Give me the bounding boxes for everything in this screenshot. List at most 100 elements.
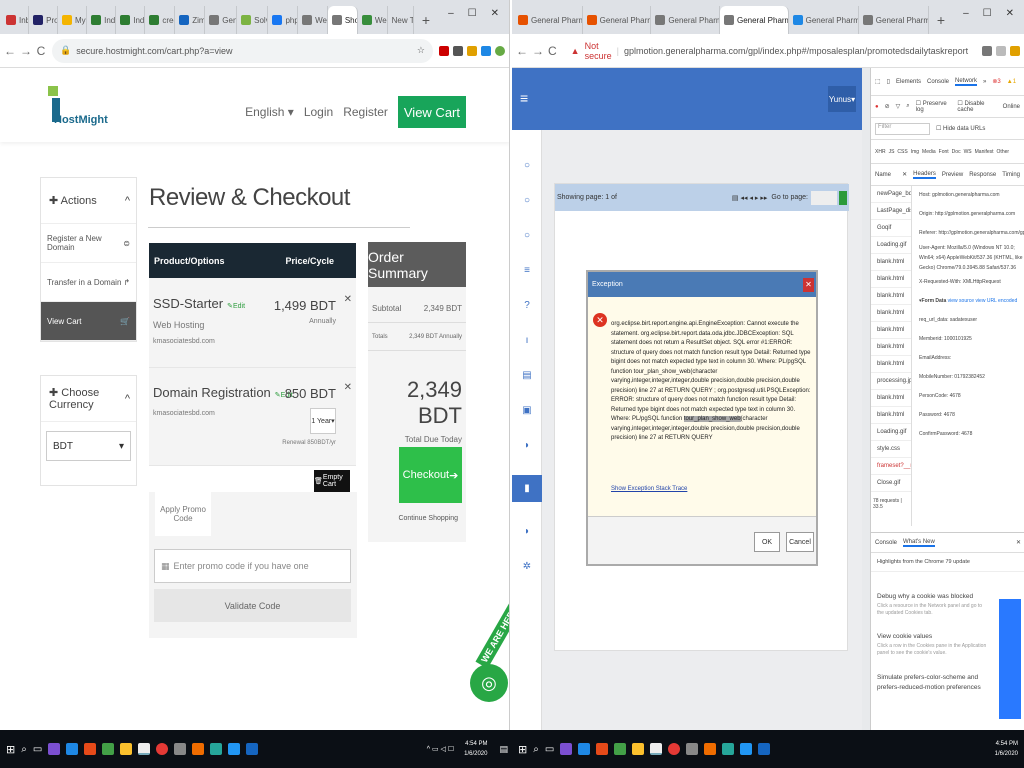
close-window-button[interactable]: ✕ xyxy=(1006,0,1014,28)
request-row[interactable]: processing.jpg xyxy=(871,373,911,390)
app-icon[interactable] xyxy=(228,743,241,755)
close-dialog-icon[interactable]: ✕ xyxy=(803,277,814,292)
ok-button[interactable]: OK xyxy=(754,532,780,552)
hostmight-logo[interactable]: HostMight xyxy=(46,86,108,130)
language-menu[interactable]: English ▾ xyxy=(245,105,294,119)
shield-icon[interactable]: ◗ xyxy=(524,526,530,537)
skype-icon[interactable] xyxy=(578,743,591,755)
login-link[interactable]: Login xyxy=(304,105,333,119)
sidebar-item-view-cart[interactable]: View Cart 🛒 xyxy=(41,302,136,341)
tab-zimbra[interactable]: Zimbra xyxy=(175,6,206,34)
request-row[interactable]: LastPage_disab xyxy=(871,203,911,220)
throttle-select[interactable]: Online xyxy=(1003,104,1020,110)
search-icon[interactable]: ⌕ xyxy=(906,103,909,110)
preserve-log-checkbox[interactable]: ☐ Preserve log xyxy=(916,100,952,113)
forward-icon[interactable]: → xyxy=(532,44,544,58)
tab-phpmyadmin[interactable]: phpMy xyxy=(268,6,299,34)
document-icon[interactable]: ▤ xyxy=(522,370,531,381)
notifications-icon[interactable]: ▤ xyxy=(499,744,512,755)
tab-credentials[interactable]: creden xyxy=(145,6,176,34)
maximize-button[interactable]: ☐ xyxy=(468,0,477,28)
close-detail-icon[interactable]: ✕ xyxy=(902,171,907,178)
user-menu[interactable]: Yunus ▾ xyxy=(828,86,856,112)
back-icon[interactable]: ← xyxy=(4,44,16,58)
tab-console[interactable]: Console xyxy=(927,79,949,85)
tab-headers[interactable]: Headers xyxy=(913,171,936,179)
tab-response[interactable]: Response xyxy=(969,172,996,178)
app-icon[interactable] xyxy=(596,743,609,755)
maximize-button[interactable]: ☐ xyxy=(983,0,992,28)
app-icon[interactable] xyxy=(174,743,187,755)
chrome-icon[interactable] xyxy=(668,743,681,755)
sidebar-item-register-domain[interactable]: Register a New Domain ⊜ xyxy=(41,224,136,263)
sidebar-item-transfer-domain[interactable]: Transfer in a Domain ↱ xyxy=(41,263,136,302)
close-drawer-icon[interactable]: ✕ xyxy=(1016,539,1021,546)
type-filter-xhr[interactable]: XHR xyxy=(875,149,886,155)
image-icon[interactable]: ▣ xyxy=(522,405,531,416)
cancel-button[interactable]: Cancel xyxy=(786,532,814,552)
skype-icon[interactable] xyxy=(66,743,79,755)
request-row[interactable]: newPage_bdt xyxy=(871,186,911,203)
register-link[interactable]: Register xyxy=(343,105,388,119)
empty-cart-button[interactable]: 🗑 Empty Cart xyxy=(314,470,350,492)
tab-shopping-cart[interactable]: Sho✕ xyxy=(327,6,358,34)
tab-elements[interactable]: Elements xyxy=(896,79,921,85)
type-filter-doc[interactable]: Doc xyxy=(952,149,961,155)
drawer-tab-console[interactable]: Console xyxy=(875,540,897,546)
go-button[interactable] xyxy=(839,190,847,205)
reload-icon[interactable]: C xyxy=(548,44,557,58)
view-cart-button[interactable]: View Cart xyxy=(397,96,466,128)
filter-input[interactable]: Filter xyxy=(875,122,930,135)
period-select[interactable]: 1 Year ▾ xyxy=(310,408,336,434)
sublime-icon[interactable] xyxy=(102,743,115,755)
extension-icon[interactable] xyxy=(481,45,491,56)
url-field[interactable]: 🔒 secure.hostmight.com/cart.php?a=view ☆ xyxy=(52,38,433,63)
type-filter-manifest[interactable]: Manifest xyxy=(975,149,994,155)
app-icon[interactable] xyxy=(686,743,699,755)
request-row[interactable]: blank.html xyxy=(871,254,911,271)
minimize-button[interactable]: – xyxy=(448,0,454,28)
validate-code-button[interactable]: Validate Code xyxy=(154,589,351,622)
page-nav-icons[interactable]: ▤ ◂◂ ◂ ▸ ▸▸ xyxy=(732,194,767,202)
request-row[interactable]: Loading.gif xyxy=(871,424,911,441)
type-filter-other[interactable]: Other xyxy=(997,149,1010,155)
currency-select[interactable]: BDT ▾ xyxy=(46,431,131,461)
back-icon[interactable]: ← xyxy=(516,44,528,58)
file-explorer-icon[interactable] xyxy=(138,743,151,755)
request-row[interactable]: style.css xyxy=(871,441,911,458)
visual-studio-icon[interactable] xyxy=(560,743,573,755)
request-row[interactable]: blank.html xyxy=(871,356,911,373)
tab-profile[interactable]: Profile xyxy=(29,6,59,34)
tab-gpl-admin-1[interactable]: General Pharma Admin✕ xyxy=(514,6,583,34)
app-icon[interactable] xyxy=(722,743,735,755)
task-view-icon[interactable]: ▭ xyxy=(545,744,554,755)
forward-icon[interactable]: → xyxy=(20,44,32,58)
inspect-icon[interactable]: ⬚ xyxy=(875,78,881,85)
request-row[interactable]: Close.gif xyxy=(871,475,911,492)
menu-icon[interactable]: ≡ xyxy=(520,90,528,106)
tab-timing[interactable]: Timing xyxy=(1002,172,1020,178)
request-row[interactable]: blank.html xyxy=(871,339,911,356)
news-title[interactable]: Debug why a cookie was blocked xyxy=(877,593,987,600)
goto-page-input[interactable] xyxy=(811,190,837,205)
request-row[interactable]: blank.html xyxy=(871,322,911,339)
tab-individ-2[interactable]: Individ xyxy=(116,6,146,34)
tab-my-drive[interactable]: My Dri xyxy=(58,6,88,34)
reload-icon[interactable]: C xyxy=(36,44,46,58)
tab-gpl-pharma-1[interactable]: General Pharmaceutical✕ xyxy=(789,6,859,34)
chat-icon[interactable]: ○ xyxy=(524,160,530,171)
type-filter-js[interactable]: JS xyxy=(889,149,895,155)
request-row[interactable]: blank.html xyxy=(871,288,911,305)
app-icon[interactable] xyxy=(84,743,97,755)
form-data-header[interactable]: ▾Form Data view source view URL encoded xyxy=(913,292,1024,311)
tab-more[interactable]: » xyxy=(983,79,986,85)
continue-shopping-link[interactable]: Continue Shopping xyxy=(368,515,466,522)
minimize-button[interactable]: – xyxy=(963,0,969,28)
show-stack-trace-link[interactable]: Show Exception Stack Trace xyxy=(611,486,687,492)
currency-header[interactable]: ✚ Choose Currency ^ xyxy=(41,376,136,422)
app-icon[interactable] xyxy=(210,743,223,755)
visual-studio-icon[interactable] xyxy=(48,743,61,755)
request-row[interactable]: blank.html xyxy=(871,407,911,424)
request-row[interactable]: blank.html xyxy=(871,271,911,288)
app-icon[interactable] xyxy=(704,743,717,755)
